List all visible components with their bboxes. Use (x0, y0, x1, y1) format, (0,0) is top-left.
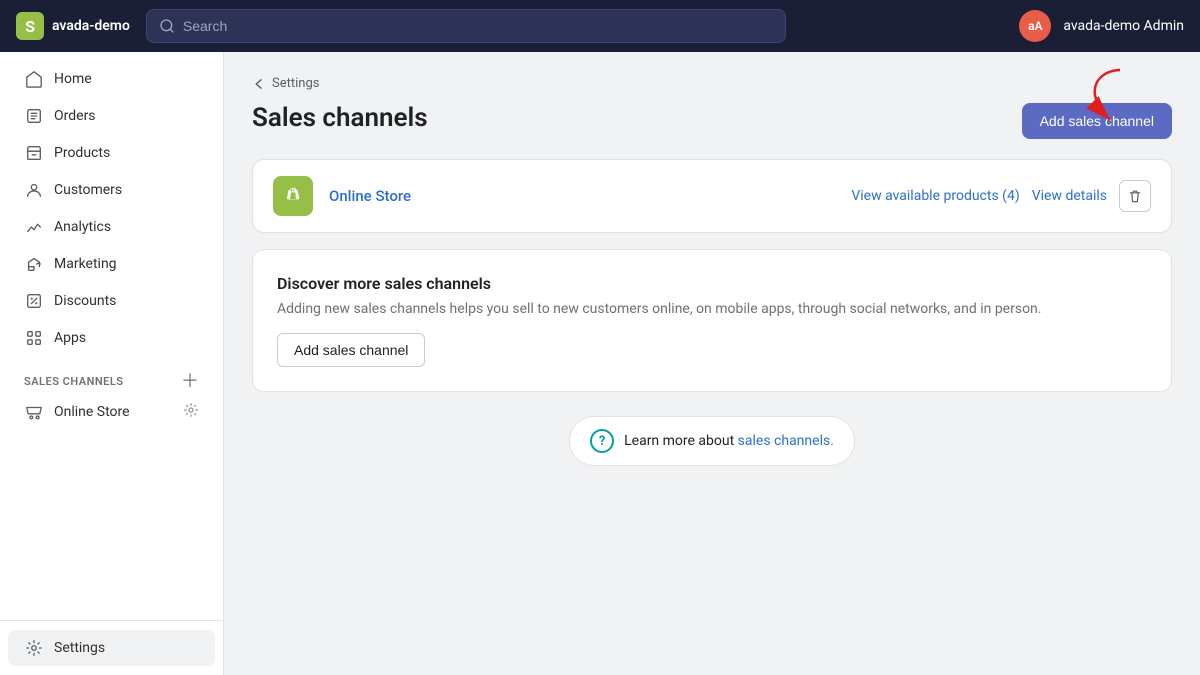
store-nav-icon (24, 402, 44, 422)
page-title: Sales channels (252, 103, 428, 133)
view-products-link[interactable]: View available products (4) (851, 188, 1019, 204)
shopify-bag-icon (281, 184, 305, 208)
settings-icon (24, 638, 44, 658)
sidebar-item-orders[interactable]: Orders (8, 98, 215, 134)
sidebar-item-marketing[interactable]: Marketing (8, 246, 215, 282)
learn-more-section: ? Learn more about sales channels. (252, 416, 1172, 466)
store-actions: View available products (4) View details (851, 180, 1151, 212)
avatar[interactable]: aA (1019, 10, 1051, 42)
sidebar-item-apps[interactable]: Apps (8, 320, 215, 356)
breadcrumb[interactable]: Settings (252, 76, 1172, 91)
customers-icon (24, 180, 44, 200)
delete-channel-button[interactable] (1119, 180, 1151, 212)
back-icon (252, 77, 266, 91)
help-icon: ? (590, 429, 614, 453)
sidebar-item-settings[interactable]: Settings (8, 630, 215, 666)
settings-label: Settings (54, 640, 105, 656)
search-input[interactable] (183, 18, 773, 34)
breadcrumb-text: Settings (272, 76, 319, 91)
sidebar-item-online-store[interactable]: Online Store (8, 395, 215, 429)
shopify-letter: S (25, 17, 35, 36)
brand-name: avada-demo (52, 18, 130, 34)
channel-item-left: Online Store (24, 402, 130, 422)
shopify-icon: S (16, 12, 44, 40)
online-store-label: Online Store (54, 404, 130, 420)
discounts-icon (24, 291, 44, 311)
online-store-name[interactable]: Online Store (329, 187, 411, 205)
online-store-card: Online Store View available products (4)… (252, 159, 1172, 233)
learn-more-pill: ? Learn more about sales channels. (569, 416, 855, 466)
sidebar-item-analytics[interactable]: Analytics (8, 209, 215, 245)
marketing-icon (24, 254, 44, 274)
page-header: Sales channels Add sales channel (252, 103, 1172, 139)
trash-icon (1127, 188, 1143, 204)
learn-more-text: Learn more about sales channels. (624, 433, 834, 449)
sidebar: Home Orders Products Cu (0, 52, 224, 675)
online-store-icon (273, 176, 313, 216)
sidebar-item-products[interactable]: Products (8, 135, 215, 171)
online-store-row: Online Store View available products (4)… (253, 160, 1171, 232)
orders-icon (24, 106, 44, 126)
topnav-right: aA avada-demo Admin (1019, 10, 1184, 42)
add-sales-channel-secondary-button[interactable]: Add sales channel (277, 333, 425, 367)
sidebar-item-customers[interactable]: Customers (8, 172, 215, 208)
top-navigation: S avada-demo aA avada-demo Admin (0, 0, 1200, 52)
view-details-link[interactable]: View details (1032, 188, 1107, 204)
sales-channels-label: SALES CHANNELS (24, 375, 124, 388)
sales-channels-link[interactable]: sales channels. (738, 433, 834, 449)
sidebar-nav: Home Orders Products Cu (0, 52, 223, 620)
add-sales-channel-button[interactable]: Add sales channel (1022, 103, 1172, 139)
add-sales-channel-icon-button[interactable]: ＋ (181, 372, 199, 390)
search-icon (159, 18, 175, 34)
sidebar-bottom: Settings (0, 620, 223, 675)
discover-title: Discover more sales channels (277, 274, 1147, 293)
search-bar[interactable] (146, 9, 786, 43)
admin-name: avada-demo Admin (1063, 18, 1184, 34)
brand-logo[interactable]: S avada-demo (16, 12, 130, 40)
discover-description: Adding new sales channels helps you sell… (277, 301, 1147, 317)
apps-icon (24, 328, 44, 348)
channel-settings-icon[interactable] (183, 402, 199, 422)
discover-channels-card: Discover more sales channels Adding new … (252, 249, 1172, 392)
discover-card-content: Discover more sales channels Adding new … (253, 250, 1171, 391)
sales-channels-section: SALES CHANNELS ＋ (8, 364, 215, 394)
sidebar-item-discounts[interactable]: Discounts (8, 283, 215, 319)
home-icon (24, 69, 44, 89)
main-layout: Home Orders Products Cu (0, 52, 1200, 675)
main-content: Settings Sales channels Add sales channe… (224, 52, 1200, 675)
products-icon (24, 143, 44, 163)
analytics-icon (24, 217, 44, 237)
sidebar-item-home[interactable]: Home (8, 61, 215, 97)
